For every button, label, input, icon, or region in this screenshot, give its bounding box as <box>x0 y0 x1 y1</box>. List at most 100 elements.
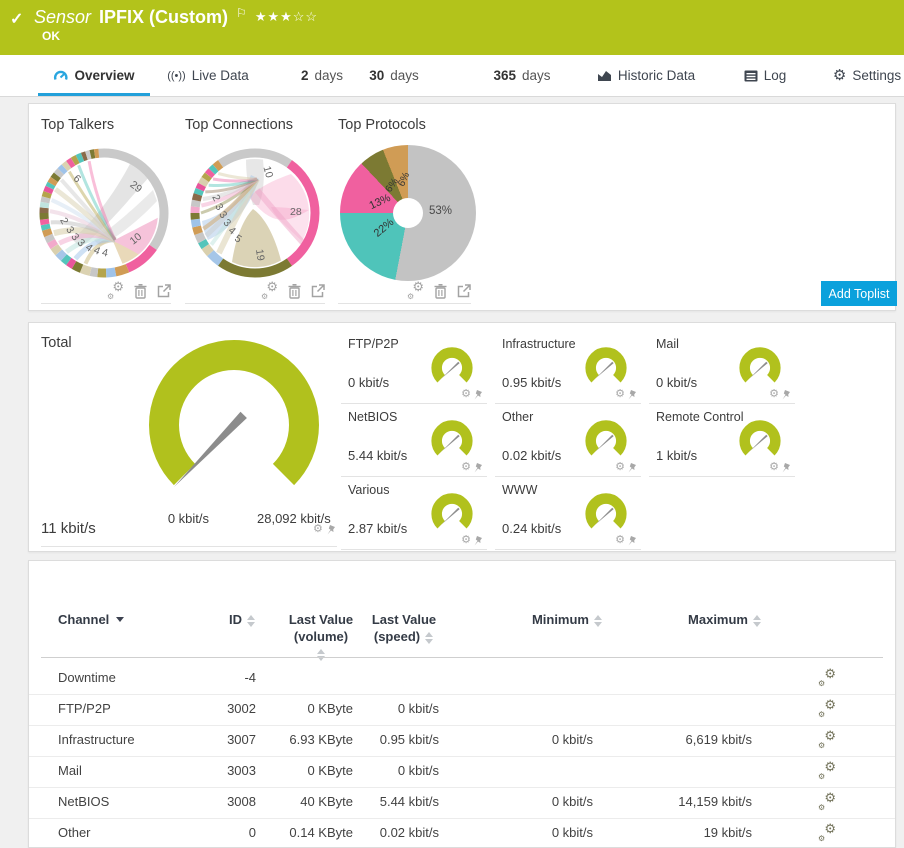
pin-icon[interactable] <box>327 524 336 535</box>
protocols-pie-chart[interactable] <box>340 145 476 281</box>
gauge-dial <box>431 420 473 456</box>
tab-30-days[interactable]: 30 days <box>362 55 426 96</box>
gauge-label: Other <box>502 410 534 424</box>
external-link-icon[interactable] <box>311 284 325 298</box>
divider <box>41 657 883 658</box>
tab-settings[interactable]: ⚙ Settings <box>830 55 904 96</box>
toplist-options-icon[interactable]: ⚙ ⚙ <box>407 280 424 301</box>
gauge-value: 0.95 kbit/s <box>502 375 562 390</box>
gauge-label: Remote Control <box>656 410 744 424</box>
gear-icon[interactable]: ⚙ <box>615 462 625 473</box>
tab-log[interactable]: Log <box>740 55 790 96</box>
col-header-minimum[interactable]: Minimum <box>493 611 603 628</box>
pin-icon[interactable] <box>628 389 637 400</box>
gauge-min-label: 0 kbit/s <box>167 511 209 526</box>
gauge-value: 2.87 kbit/s <box>348 521 408 536</box>
sensor-overview-page: ✓ Sensor IPFIX (Custom) ⚐ ★★★☆☆ OK Overv… <box>0 0 904 848</box>
tab-2-days[interactable]: 2 days <box>294 55 350 96</box>
status-badge: OK <box>42 29 60 43</box>
tab-365-days[interactable]: 365 days <box>484 55 560 96</box>
cell-id: 3002 <box>227 701 256 716</box>
col-header-last-value-volume[interactable]: Last Value (volume) <box>281 611 361 662</box>
divider <box>41 546 337 547</box>
channel-settings-icon[interactable]: ⚙ ⚙ <box>817 759 837 783</box>
pin-icon[interactable] <box>782 389 791 400</box>
gauge-value: 1 kbit/s <box>656 448 698 463</box>
toplist-options-icon[interactable]: ⚙ ⚙ <box>107 280 124 301</box>
gear-icon[interactable]: ⚙ <box>461 389 471 400</box>
sort-icon <box>425 631 434 644</box>
col-header-last-value-speed[interactable]: Last Value (speed) <box>364 611 444 645</box>
cell-volume: 6.93 KByte <box>289 732 353 747</box>
channel-settings-icon[interactable]: ⚙ ⚙ <box>817 790 837 814</box>
tab-overview[interactable]: Overview <box>38 55 150 96</box>
cell-volume: 0.14 KByte <box>289 825 353 840</box>
flag-icon[interactable]: ⚐ <box>236 6 247 20</box>
cell-id: 3003 <box>227 763 256 778</box>
channel-settings-icon[interactable]: ⚙ ⚙ <box>817 666 837 690</box>
gear-icon[interactable]: ⚙ <box>769 462 779 473</box>
star-rating[interactable]: ★★★☆☆ <box>255 9 318 25</box>
gear-icon[interactable]: ⚙ <box>461 462 471 473</box>
gauge-icon <box>54 70 69 80</box>
cell-maximum: 19 kbit/s <box>703 825 752 840</box>
table-header-row: Channel ID Last Value (volume) Last Value… <box>29 599 895 661</box>
trash-icon[interactable] <box>434 283 447 299</box>
gear-icon[interactable]: ⚙ <box>461 535 471 546</box>
cell-volume: 0 KByte <box>307 701 353 716</box>
sort-icon <box>247 614 256 627</box>
chord-chart-talkers[interactable]: 6 29 10 2 3 3 3 4 4 4 <box>36 145 172 281</box>
gear-icon[interactable]: ⚙ <box>769 389 779 400</box>
gauge-dial <box>585 347 627 383</box>
area-chart-icon <box>597 71 611 81</box>
gauges-card: Total 0 kbit/s 28,092 kbit/s 11 kbit/s ⚙… <box>28 322 896 552</box>
chord-chart-connections[interactable]: 10 28 19 2 3 3 3 4 5 <box>187 145 323 281</box>
external-link-icon[interactable] <box>157 284 171 298</box>
gauge-panel-various: Various 2.87 kbit/s ⚙ <box>341 477 487 550</box>
pin-icon[interactable] <box>474 535 483 546</box>
pin-icon[interactable] <box>474 462 483 473</box>
gauge-panel-ftp-p2p: FTP/P2P 0 kbit/s ⚙ <box>341 331 487 404</box>
cell-id: 0 <box>248 825 256 840</box>
gauge-value: 0.24 kbit/s <box>502 521 562 536</box>
cell-speed: 0 kbit/s <box>397 763 439 778</box>
table-row-infrastructure: Infrastructure 3007 6.93 KByte 0.95 kbit… <box>29 725 895 757</box>
gauge-value: 0 kbit/s <box>348 375 390 390</box>
col-header-channel[interactable]: Channel <box>58 611 125 628</box>
sort-icon <box>594 614 603 627</box>
pie-slice-label: 53% <box>429 205 453 217</box>
channel-table-card: Channel ID Last Value (volume) Last Value… <box>28 560 896 848</box>
tab-bar: Overview ((•)) Live Data 2 days 30 days 36… <box>0 55 904 97</box>
gauge-panel-netbios: NetBIOS 5.44 kbit/s ⚙ <box>341 404 487 477</box>
external-link-icon[interactable] <box>457 284 471 298</box>
divider <box>338 303 471 304</box>
add-toplist-button[interactable]: Add Toplist <box>821 281 897 306</box>
gear-icon[interactable]: ⚙ <box>615 535 625 546</box>
pin-icon[interactable] <box>474 389 483 400</box>
gear-icon[interactable]: ⚙ <box>615 389 625 400</box>
cell-volume: 0 KByte <box>307 763 353 778</box>
tab-historic-data[interactable]: Historic Data <box>592 55 700 96</box>
cell-speed: 5.44 kbit/s <box>379 794 439 809</box>
col-header-id[interactable]: ID <box>176 611 256 628</box>
cell-channel: Mail <box>58 763 82 778</box>
pin-icon[interactable] <box>782 462 791 473</box>
active-tab-underline <box>38 93 150 96</box>
cell-minimum: 0 kbit/s <box>551 794 593 809</box>
trash-icon[interactable] <box>288 283 301 299</box>
cell-speed: 0 kbit/s <box>397 701 439 716</box>
pin-icon[interactable] <box>628 535 637 546</box>
cell-channel: Other <box>58 825 91 840</box>
tab-live-data[interactable]: ((•)) Live Data <box>163 55 253 96</box>
pin-icon[interactable] <box>628 462 637 473</box>
cell-channel: Downtime <box>58 670 116 685</box>
channel-settings-icon[interactable]: ⚙ ⚙ <box>817 728 837 752</box>
gear-icon[interactable]: ⚙ <box>313 524 323 535</box>
table-row-downtime: Downtime -4 ⚙ ⚙ <box>29 663 895 695</box>
channel-settings-icon[interactable]: ⚙ ⚙ <box>817 697 837 721</box>
trash-icon[interactable] <box>134 283 147 299</box>
protocols-chart-box: 53% 22% 13% 6% 6% <box>340 145 476 281</box>
toplist-options-icon[interactable]: ⚙ ⚙ <box>261 280 278 301</box>
channel-settings-icon[interactable]: ⚙ ⚙ <box>817 821 837 845</box>
col-header-maximum[interactable]: Maximum <box>632 611 762 628</box>
